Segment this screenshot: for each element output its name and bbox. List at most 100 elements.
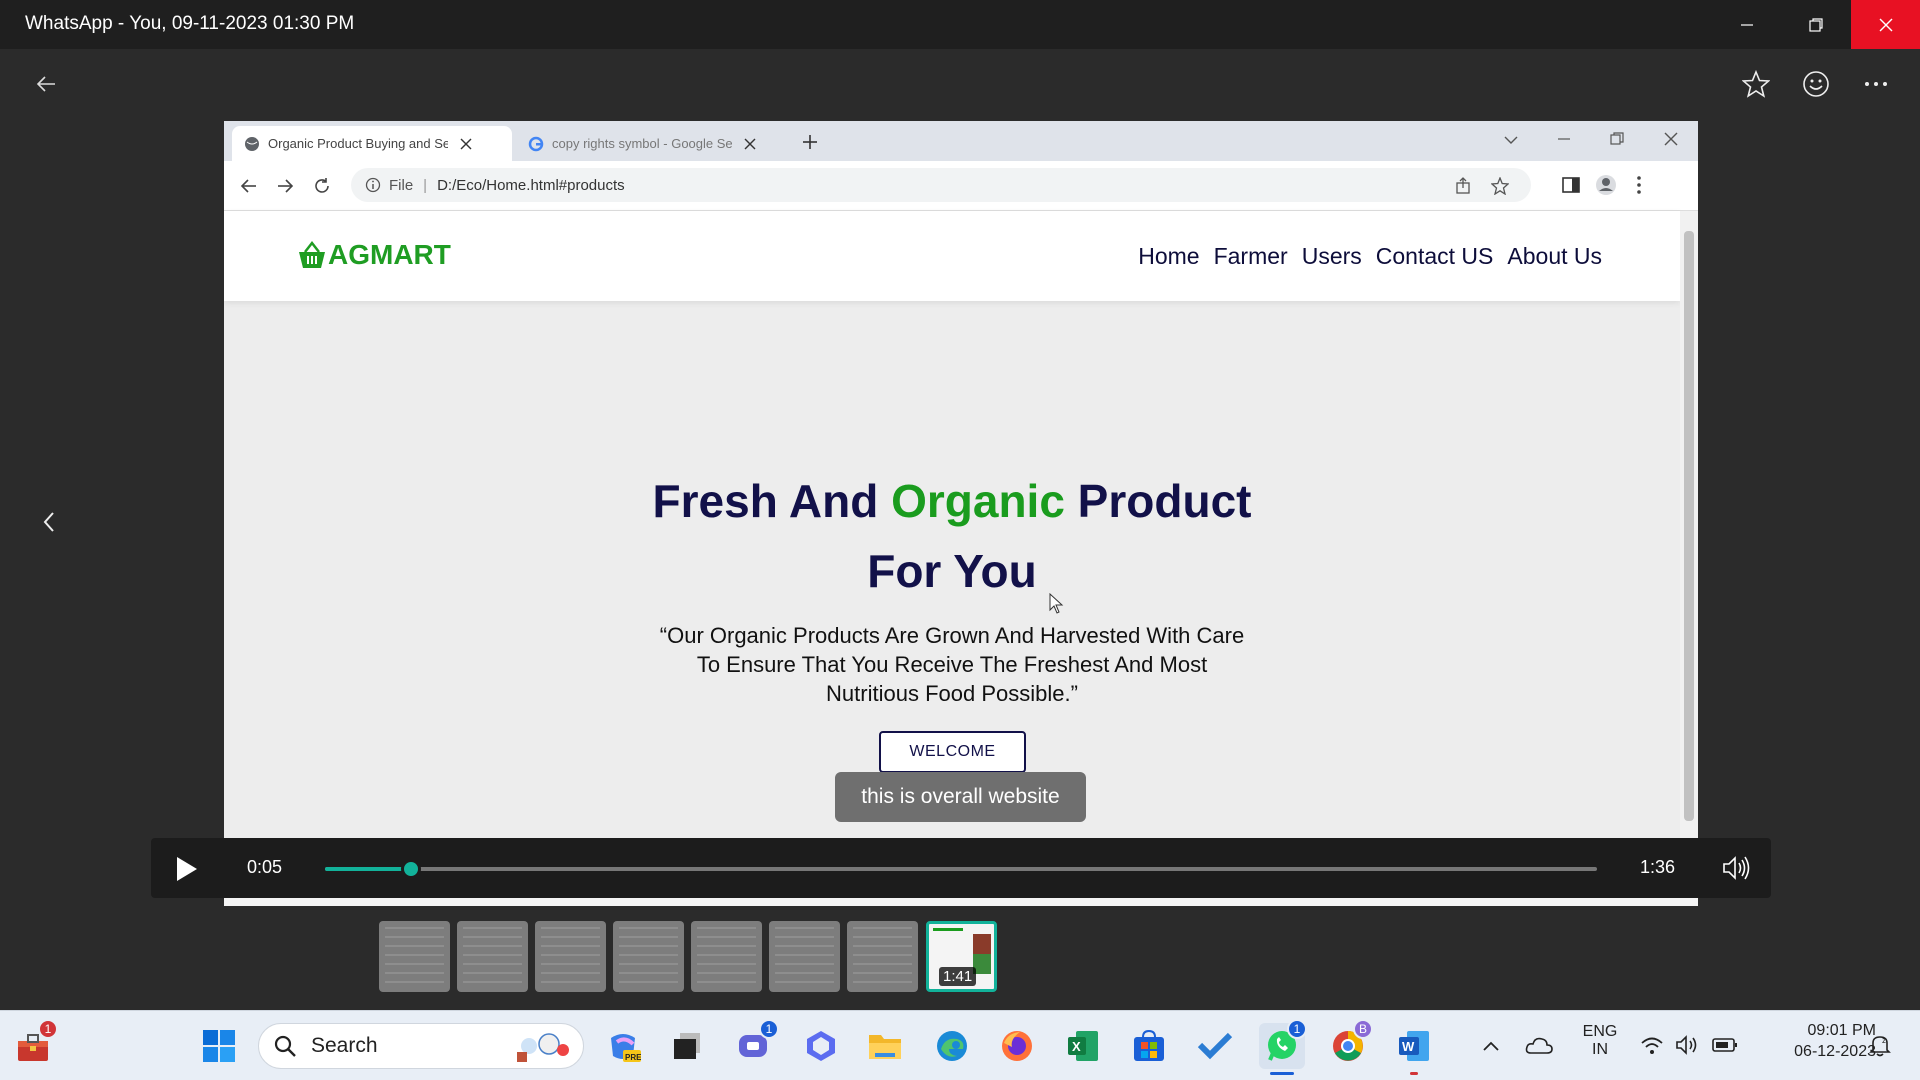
word-app[interactable]: W [1391,1023,1437,1075]
window-titlebar: WhatsApp - You, 09-11-2023 01:30 PM [0,0,1920,49]
hero-quote-line: Nutritious Food Possible.” [826,681,1078,706]
more-options-button[interactable] [1856,64,1896,104]
region-label: IN [1592,1041,1608,1058]
media-thumbnail[interactable] [457,921,528,992]
total-time: 1:36 [1640,857,1676,877]
widgets-badge: 1 [38,1019,58,1039]
todo-app[interactable] [1192,1023,1238,1069]
media-thumbnail[interactable] [847,921,918,992]
firefox-icon [1002,1031,1032,1061]
minimize-button[interactable] [1712,0,1781,49]
minimize-icon [1558,138,1570,140]
react-button[interactable] [1796,64,1836,104]
video-caption: this is overall website [835,772,1086,822]
search-icon [274,1035,296,1057]
close-button[interactable] [1851,0,1920,49]
google-icon [528,136,544,151]
address-bar: File | D:/Eco/Home.html#products [351,168,1531,202]
arrow-left-icon [240,179,256,193]
hero-quote: “Our Organic Products Are Grown And Harv… [594,621,1310,708]
more-icon [1865,82,1887,86]
address-url: D:/Eco/Home.html#products [437,176,625,194]
speaker-icon [1676,1035,1697,1055]
restore-button[interactable] [1781,0,1850,49]
minimize-icon [1740,23,1753,26]
task-view-app[interactable] [664,1023,710,1069]
store-icon [1134,1029,1164,1061]
widgets-button[interactable]: 1 [10,1019,58,1069]
share-icon [1456,177,1470,194]
current-time: 0:05 [247,857,283,877]
edge-icon [937,1031,967,1061]
clock[interactable]: 09:01 PM 06-12-2023 [1760,1022,1876,1061]
volume-button[interactable] [1721,853,1751,883]
star-icon [1742,70,1770,98]
svg-text:PRE: PRE [625,1053,641,1062]
svg-text:X: X [1072,1039,1081,1054]
windows-logo-icon [203,1030,235,1062]
restore-icon [1610,132,1624,145]
clock-date: 06-12-2023 [1794,1043,1876,1060]
reload-icon [315,178,329,193]
thumbnail-duration: 1:41 [939,967,977,986]
browser-tab: copy rights symbol - Google Se [516,126,796,161]
copilot-button[interactable] [798,1023,844,1069]
media-thumbnail[interactable] [379,921,450,992]
close-icon [460,138,472,149]
file-explorer-app[interactable] [862,1023,908,1069]
sidepanel-icon [1562,177,1580,193]
seek-handle[interactable] [401,859,422,879]
chevron-up-icon [1483,1041,1499,1051]
nav-contact: Contact US [1375,243,1494,269]
media-thumbnail[interactable] [613,921,684,992]
taskbar-search[interactable]: Search [258,1023,584,1069]
teams-app[interactable]: 1 [731,1019,779,1069]
seek-bar-fill [325,867,412,871]
hero-title-part2: Product [1064,475,1252,527]
whatsapp-app[interactable]: 1 [1259,1019,1307,1075]
excel-app[interactable]: X [1060,1023,1106,1069]
star-button[interactable] [1736,64,1776,104]
wifi-icon [1641,1037,1663,1054]
address-separator: | [423,176,428,194]
browser-toolbar: File | D:/Eco/Home.html#products [224,161,1698,211]
notification-bell-icon: z [1869,1036,1891,1057]
onedrive-icon [1525,1037,1553,1054]
site-logo: AGMART [296,239,451,271]
media-thumbnail[interactable] [535,921,606,992]
chrome-app[interactable]: B [1325,1019,1373,1069]
back-button[interactable] [26,64,66,104]
media-thumbnail[interactable] [691,921,762,992]
previous-media-button[interactable] [29,502,69,542]
bookmark-star-icon [1491,177,1509,195]
hero-title-line2: For You [867,545,1037,597]
copilot-app[interactable]: PRE [600,1023,646,1069]
edge-app[interactable] [929,1023,975,1069]
seek-bar[interactable] [325,859,1597,879]
svg-text:W: W [1402,1039,1415,1054]
media-thumbnail-selected[interactable]: 1:41 [926,921,997,992]
browser-tab-strip: Organic Product Buying and Sel copy righ… [224,121,1698,161]
play-button[interactable] [169,852,203,886]
start-button[interactable] [196,1023,242,1069]
nav-users: Users [1301,243,1362,269]
whatsapp-badge: 1 [1287,1019,1307,1039]
welcome-button: WELCOME [879,731,1026,773]
scrollbar-thumb [1684,231,1694,821]
store-app[interactable] [1126,1023,1172,1069]
word-icon: W [1399,1031,1429,1061]
firefox-app[interactable] [994,1023,1040,1069]
media-thumbnail[interactable] [769,921,840,992]
arrow-left-icon [36,76,55,92]
browser-tab-active: Organic Product Buying and Sel [232,126,512,161]
profile-icon [1596,175,1616,195]
nav-about: About Us [1507,243,1602,269]
teams-badge: 1 [759,1019,779,1039]
tab-label: copy rights symbol - Google Se [552,136,732,151]
restore-icon [1808,17,1823,32]
svg-text:z: z [1882,1036,1886,1045]
window-title: WhatsApp - You, 09-11-2023 01:30 PM [25,13,355,34]
language-indicator[interactable]: ENG IN [1580,1023,1620,1059]
hero-quote-line: “Our Organic Products Are Grown And Harv… [659,623,1245,648]
mouse-cursor-icon [1049,593,1064,614]
